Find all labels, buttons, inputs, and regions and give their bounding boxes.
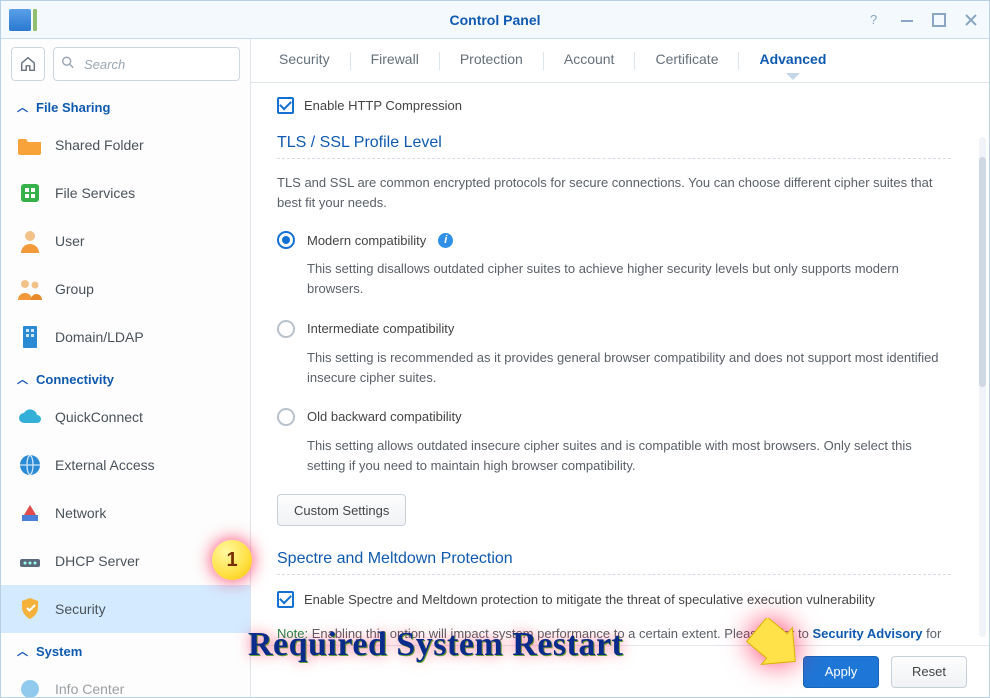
search-icon — [61, 56, 75, 73]
sidebar-item-shared-folder[interactable]: Shared Folder — [1, 121, 250, 169]
http-compression-label: Enable HTTP Compression — [304, 98, 462, 113]
intermediate-compat-radio[interactable] — [277, 320, 295, 338]
sidebar-item-label: Group — [55, 281, 94, 297]
sidebar-item-label: External Access — [55, 457, 155, 473]
cloud-icon — [17, 404, 43, 430]
sidebar-section-connectivity[interactable]: ︿ Connectivity — [1, 361, 250, 393]
spectre-meltdown-label: Enable Spectre and Meltdown protection t… — [304, 592, 875, 607]
tab-advanced[interactable]: Advanced — [739, 39, 846, 82]
tab-security[interactable]: Security — [259, 39, 350, 82]
minimize-icon[interactable] — [899, 12, 915, 28]
sidebar-item-domain-ldap[interactable]: Domain/LDAP — [1, 313, 250, 361]
titlebar: Control Panel ? — [1, 1, 989, 39]
sidebar-item-quickconnect[interactable]: QuickConnect — [1, 393, 250, 441]
sidebar-item-info-center[interactable]: Info Center — [1, 665, 250, 697]
sidebar-item-label: File Services — [55, 185, 135, 201]
sidebar-item-user[interactable]: User — [1, 217, 250, 265]
tab-bar: Security Firewall Protection Account Cer… — [251, 39, 989, 83]
info-center-icon — [17, 676, 43, 697]
network-icon — [17, 500, 43, 526]
sidebar-section-file-sharing[interactable]: ︿ File Sharing — [1, 89, 250, 121]
settings-panel: Enable HTTP Compression TLS / SSL Profil… — [251, 83, 977, 641]
tab-certificate[interactable]: Certificate — [635, 39, 738, 82]
old-compat-label: Old backward compatibility — [307, 409, 462, 424]
apply-button[interactable]: Apply — [803, 656, 879, 688]
file-services-icon — [17, 180, 43, 206]
old-compat-radio[interactable] — [277, 408, 295, 426]
security-advisory-link[interactable]: Security Advisory — [812, 626, 922, 641]
svg-text:?: ? — [870, 13, 877, 27]
spectre-section-title: Spectre and Meltdown Protection — [277, 544, 951, 575]
tls-section-title: TLS / SSL Profile Level — [277, 128, 951, 159]
tab-protection[interactable]: Protection — [440, 39, 543, 82]
sidebar-item-group[interactable]: Group — [1, 265, 250, 313]
annotation-restart-text: Required System Restart — [248, 626, 623, 664]
sidebar-item-label: DHCP Server — [55, 553, 140, 569]
section-label: File Sharing — [36, 100, 110, 115]
sidebar-item-label: Network — [55, 505, 106, 521]
intermediate-compat-label: Intermediate compatibility — [307, 321, 454, 336]
custom-settings-button[interactable]: Custom Settings — [277, 494, 406, 526]
sidebar-item-label: QuickConnect — [55, 409, 143, 425]
home-button[interactable] — [11, 47, 45, 81]
tab-account[interactable]: Account — [544, 39, 635, 82]
modern-compat-desc: This setting disallows outdated cipher s… — [277, 253, 951, 315]
sidebar-item-label: Info Center — [55, 681, 124, 697]
modern-compat-label: Modern compatibility — [307, 233, 426, 248]
old-compat-desc: This setting allows outdated insecure ci… — [277, 430, 951, 492]
maximize-icon[interactable] — [931, 12, 947, 28]
window-controls: ? — [867, 1, 979, 38]
sidebar-item-file-services[interactable]: File Services — [1, 169, 250, 217]
sidebar-item-label: User — [55, 233, 85, 249]
dhcp-icon — [17, 548, 43, 574]
chevron-up-icon: ︿ — [17, 371, 28, 387]
search-input[interactable] — [53, 47, 240, 81]
sidebar-section-system[interactable]: ︿ System — [1, 633, 250, 665]
content-area: Security Firewall Protection Account Cer… — [251, 39, 989, 697]
modern-compat-radio[interactable] — [277, 231, 295, 249]
section-label: System — [36, 644, 82, 659]
scrollbar-thumb[interactable] — [979, 157, 986, 387]
spectre-meltdown-checkbox[interactable] — [277, 591, 294, 608]
control-panel-window: Control Panel ? ︿ File Sharing — [0, 0, 990, 698]
http-compression-checkbox[interactable] — [277, 97, 294, 114]
chevron-up-icon: ︿ — [17, 99, 28, 115]
folder-icon — [17, 132, 43, 158]
window-title: Control Panel — [1, 12, 989, 28]
sidebar-item-external-access[interactable]: External Access — [1, 441, 250, 489]
panel-scrollbar[interactable] — [979, 137, 986, 637]
sidebar: ︿ File Sharing Shared Folder File Service… — [1, 39, 251, 697]
sidebar-item-label: Shared Folder — [55, 137, 144, 153]
reset-button[interactable]: Reset — [891, 656, 967, 688]
section-label: Connectivity — [36, 372, 114, 387]
intermediate-compat-desc: This setting is recommended as it provid… — [277, 342, 951, 404]
group-icon — [17, 276, 43, 302]
chevron-up-icon: ︿ — [17, 643, 28, 659]
user-icon — [17, 228, 43, 254]
sidebar-item-label: Domain/LDAP — [55, 329, 144, 345]
sidebar-item-network[interactable]: Network — [1, 489, 250, 537]
sidebar-item-label: Security — [55, 601, 106, 617]
tab-firewall[interactable]: Firewall — [351, 39, 439, 82]
info-icon[interactable]: i — [438, 233, 453, 248]
help-icon[interactable]: ? — [867, 12, 883, 28]
domain-icon — [17, 324, 43, 350]
globe-icon — [17, 452, 43, 478]
annotation-marker-1: 1 — [212, 540, 252, 580]
sidebar-item-security[interactable]: Security — [1, 585, 250, 633]
shield-icon — [17, 596, 43, 622]
annotation-arrow-icon — [740, 618, 800, 678]
close-icon[interactable] — [963, 12, 979, 28]
tls-description: TLS and SSL are common encrypted protoco… — [277, 173, 951, 213]
